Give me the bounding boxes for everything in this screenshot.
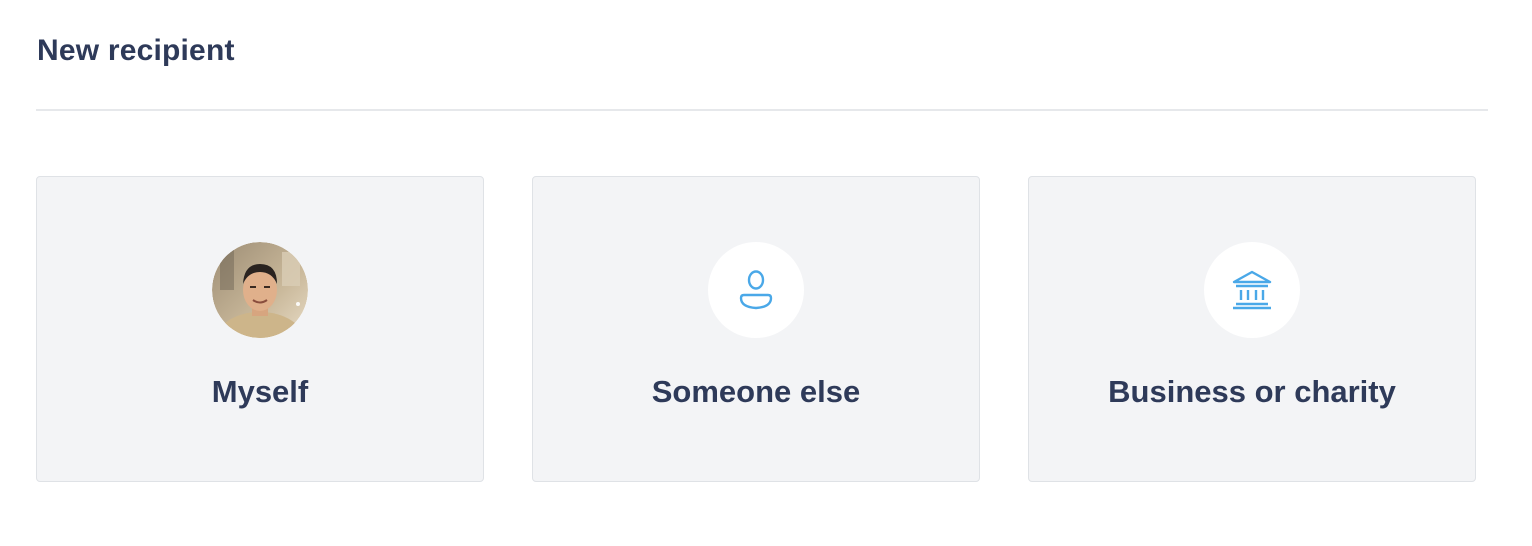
option-someone-else-card[interactable]: Someone else	[532, 176, 980, 482]
person-icon-circle	[708, 242, 804, 338]
person-icon	[739, 270, 773, 310]
option-label: Business or charity	[1108, 374, 1396, 409]
option-myself-card[interactable]: Myself	[36, 176, 484, 482]
bank-icon-circle	[1204, 242, 1300, 338]
bank-icon	[1232, 270, 1272, 310]
avatar-circle	[212, 242, 308, 338]
header-divider	[36, 109, 1488, 111]
recipient-options: Myself Someone else Business or charity	[36, 176, 1476, 482]
option-label: Myself	[211, 374, 309, 409]
option-business-card[interactable]: Business or charity	[1028, 176, 1476, 482]
option-label: Someone else	[651, 374, 861, 409]
page-title: New recipient	[37, 34, 235, 67]
avatar	[212, 242, 308, 338]
